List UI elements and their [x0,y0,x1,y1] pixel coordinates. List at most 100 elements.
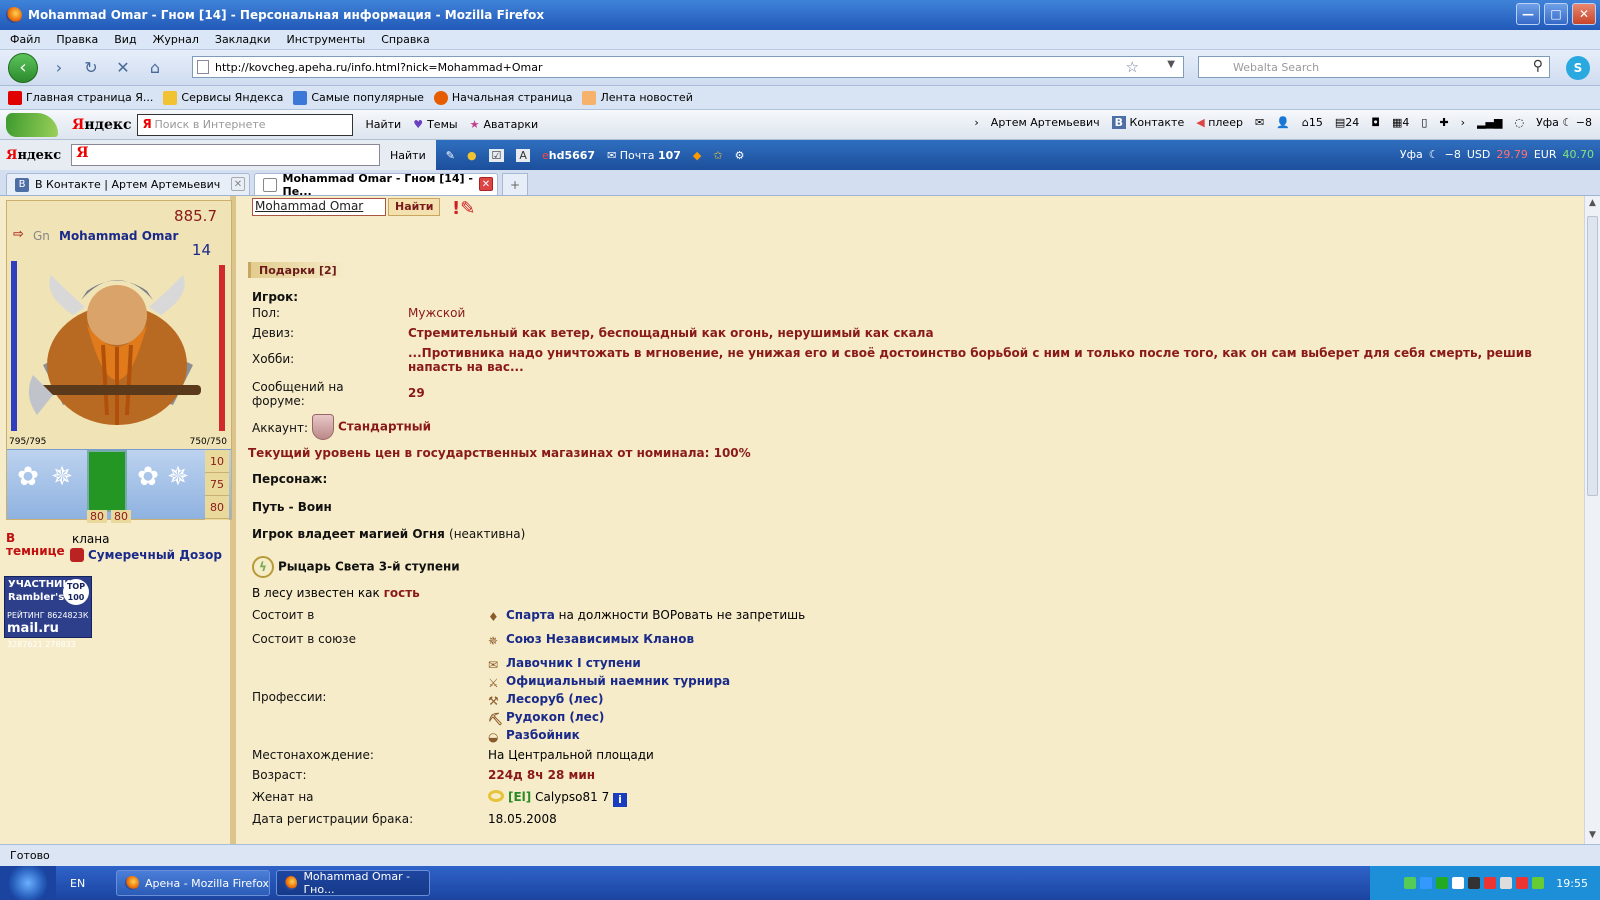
pen-icon[interactable]: ✎ [446,149,455,162]
docs-counter[interactable]: ▤24 [1335,116,1359,129]
home-button[interactable]: ⌂ [144,57,166,79]
character-race: Gn [33,229,50,243]
favorites-icon[interactable]: ✩ [713,149,722,162]
player-button[interactable]: ◀ плеер [1196,116,1243,129]
nick-search-button[interactable]: Найти [388,198,441,216]
bookmark-yandex-services[interactable]: Сервисы Яндекса [163,90,283,105]
vk-link[interactable]: B Контакте [1111,116,1184,129]
menu-history[interactable]: Журнал [153,33,199,46]
tray-icon[interactable] [1468,877,1481,889]
new-tab-button[interactable]: + [502,173,528,195]
document-icon[interactable]: ▯ [1421,116,1427,129]
user-icon[interactable]: 👤 [1276,116,1290,129]
union-link[interactable]: Союз Независимых Кланов [506,632,694,646]
menu-tools[interactable]: Инструменты [287,33,366,46]
tray-icon[interactable] [1532,877,1545,889]
scroll-thumb[interactable] [1587,216,1598,496]
tab-vkontakte[interactable]: B В Контакте | Артем Артемьевич ✕ [6,173,250,195]
lizard-logo-icon [6,113,58,137]
info-icon[interactable]: i [613,793,628,807]
chat-icon[interactable]: ◌ [1514,116,1524,129]
forward-button[interactable]: › [48,57,70,79]
amulet-slot-icon[interactable]: ✵ [47,462,77,492]
scroll-up-icon[interactable]: ▲ [1587,198,1598,210]
settings-gear-icon[interactable]: ⚙ [735,149,745,162]
menu-help[interactable]: Справка [381,33,429,46]
bookmark-yandex-home[interactable]: Главная страница Я... [8,90,153,105]
arrow-right-icon[interactable]: ⇨ [13,227,24,242]
menu-view[interactable]: Вид [114,33,136,46]
menu-file[interactable]: Файл [10,33,40,46]
tab-character-info[interactable]: Mohammad Omar - Гном [14] - Пе... ✕ [254,172,498,198]
skype-icon[interactable]: S [1566,56,1590,80]
tray-icon[interactable] [1484,877,1497,889]
url-bar[interactable]: http://kovcheg.apeha.ru/info.html?nick=M… [192,56,1184,78]
complaint-icon[interactable]: !✎ [452,198,478,222]
language-indicator[interactable]: EN [70,877,110,890]
comment-icon[interactable]: ● [467,149,477,162]
mail-icon[interactable]: ✉ [1255,116,1264,129]
avatars-button[interactable]: ★ Аватарки [470,118,539,131]
tray-icon[interactable] [1404,877,1417,889]
gifts-link[interactable]: Подарки [2] [248,262,345,278]
scroll-down-icon[interactable]: ▼ [1587,830,1598,842]
bookmark-news-feed[interactable]: Лента новостей [582,90,693,105]
menu-bookmarks[interactable]: Закладки [215,33,271,46]
firefox-icon [6,7,22,23]
photo-icon[interactable]: ◘ [1371,116,1380,129]
rambler-counter[interactable]: УЧАСТНИК Rambler's TOP 100 РЕЙТИНГ 86248… [4,576,92,649]
clan-link[interactable]: Сумеречный Дозор [70,548,222,562]
vk-user-name[interactable]: Артем Артемьевич [991,116,1100,129]
video-counter[interactable]: ▦4 [1392,116,1409,129]
menu-edit[interactable]: Правка [56,33,98,46]
chevron-right-icon[interactable]: › [974,116,978,129]
stop-button[interactable]: ✕ [112,57,134,79]
bookmark-start-page[interactable]: Начальная страница [433,90,572,105]
bookmark-most-popular[interactable]: Самые популярные [293,90,424,105]
ring-slot-icon[interactable]: ✿ [133,462,163,492]
weather-widget[interactable]: Уфа ☾ −8 [1536,116,1592,129]
armor-slot[interactable] [87,450,127,512]
tab-close-icon[interactable]: ✕ [479,177,493,191]
user-hd-link[interactable]: ehd5667 [542,149,595,162]
vertical-scrollbar[interactable]: ▲ ▼ [1584,196,1600,844]
spouse-link[interactable]: Calypso81 [535,790,598,804]
tray-icon[interactable] [1516,877,1529,889]
yandex-bar-find-button[interactable]: Найти [380,140,436,170]
yandex-find-button[interactable]: Найти [365,118,401,131]
yandex-search-input[interactable]: Поиск в Интернете [137,113,354,136]
tray-icon[interactable] [1500,877,1513,889]
tab-close-icon[interactable]: ✕ [231,177,245,191]
search-input[interactable]: Webalta Search ⚲ [1198,56,1550,78]
taskbar-item-arena[interactable]: Арена - Mozilla Firefox [116,870,270,896]
maximize-button[interactable]: □ [1544,3,1568,25]
member-clan-link[interactable]: Спарта [506,608,555,622]
bookmark-star-icon[interactable]: ☆ [1126,58,1139,76]
tray-icon[interactable] [1452,877,1465,889]
start-button[interactable] [0,866,56,900]
tray-icon[interactable] [1436,877,1449,889]
location-value: На Центральной площади [488,748,654,762]
url-dropdown-icon[interactable]: ▼ [1167,59,1175,70]
close-button[interactable]: ✕ [1572,3,1596,25]
money-icon[interactable]: ◆ [693,149,701,162]
home-counter[interactable]: ⌂15 [1302,116,1323,129]
themes-button[interactable]: ♥ Темы [413,118,457,131]
union-emblem-icon: ✵ [488,634,499,648]
amulet-slot-icon[interactable]: ✵ [163,462,193,492]
yandex-bar-input[interactable]: Я [71,144,380,166]
plus-icon[interactable]: ✚ [1439,116,1448,129]
nick-search-input[interactable]: Mohammad Omar [252,198,386,216]
ring-slot-icon[interactable]: ✿ [13,462,43,492]
tray-icon[interactable] [1420,877,1433,889]
taskbar-item-character[interactable]: Mohammad Omar - Гно... [276,870,430,896]
checklist-icon[interactable]: ☑ [488,148,505,162]
character-name[interactable]: Mohammad Omar [59,229,178,243]
back-button[interactable]: ‹ [8,52,38,83]
reload-button[interactable]: ↻ [80,57,102,79]
translate-icon[interactable]: A [516,148,530,162]
minimize-button[interactable]: — [1516,3,1540,25]
chevron-right-icon[interactable]: › [1461,116,1465,129]
search-icon[interactable]: ⚲ [1533,58,1543,74]
mail-link[interactable]: ✉ Почта 107 [607,149,681,162]
